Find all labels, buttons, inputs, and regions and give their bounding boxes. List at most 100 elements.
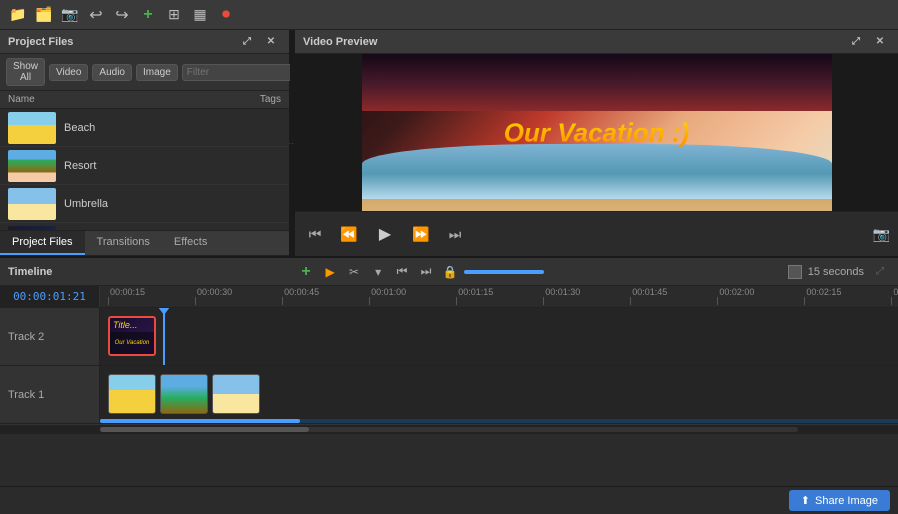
- scrollbar-thumb[interactable]: [100, 427, 309, 432]
- timeline-tracks: Track 2 Title... Our Vacation Track 1: [0, 308, 898, 486]
- snapshot-button[interactable]: 📷: [873, 226, 890, 243]
- timeline-area: Timeline + ▶ ✂ ▾ ⏮ ⏭ 🔒 15 seconds ⤢ 00:0…: [0, 256, 898, 486]
- zoom-slider[interactable]: [464, 270, 544, 274]
- ruler-mark-0: 00:00:15: [108, 287, 145, 305]
- timeline-scrollbar: [0, 424, 898, 434]
- ruler-mark-3: 00:01:00: [369, 287, 406, 305]
- lock-button[interactable]: 🔒: [440, 262, 460, 282]
- folder-open-icon[interactable]: 📁: [8, 5, 28, 25]
- main-area: Project Files ⤢ ✕ Show All Video Audio I…: [0, 30, 898, 256]
- cut-tool-button[interactable]: ✂: [344, 262, 364, 282]
- file-name-umbrella: Umbrella: [64, 198, 108, 210]
- track-2-label: Track 2: [0, 308, 100, 365]
- timeline-ruler[interactable]: 00:00:15 00:00:30 00:00:45 00:01:00 00:0…: [100, 286, 898, 307]
- file-name-resort: Resort: [64, 160, 96, 172]
- ruler-mark-7: 00:02:00: [717, 287, 754, 305]
- ruler-mark-1: 00:00:30: [195, 287, 232, 305]
- maximize-icon[interactable]: ⤢: [237, 32, 257, 52]
- video-preview-header: Video Preview ⤢ ✕: [295, 30, 898, 54]
- clip-beach[interactable]: [108, 374, 156, 414]
- tab-project-files[interactable]: Project Files: [0, 231, 85, 255]
- bottom-tabs: Project Files Transitions Effects: [0, 230, 289, 256]
- clip-resort[interactable]: [160, 374, 208, 414]
- timecode-display: 00:00:01:21: [0, 286, 100, 307]
- preview-maximize-icon[interactable]: ⤢: [846, 32, 866, 52]
- timeline-resize-icon[interactable]: ⤢: [870, 262, 890, 282]
- arrow-tool-button[interactable]: ▶: [320, 262, 340, 282]
- timeline-header: Timeline + ▶ ✂ ▾ ⏮ ⏭ 🔒 15 seconds ⤢: [0, 258, 898, 286]
- skip-to-start-button[interactable]: ⏮: [303, 222, 327, 246]
- camera-icon[interactable]: 📷: [60, 5, 80, 25]
- file-item-title[interactable]: Our Vacation Title: [0, 223, 289, 230]
- file-item-beach[interactable]: Beach: [0, 109, 289, 147]
- clip-umbrella[interactable]: [212, 374, 260, 414]
- toolbar: 📁 🗂️ 📷 ↩ ↪ + ⊞ ▦ ⏺: [0, 0, 898, 30]
- skip-to-end-tl-button[interactable]: ⏭: [416, 262, 436, 282]
- grid-icon[interactable]: ⊞: [164, 5, 184, 25]
- filter-bar: Show All Video Audio Image ⊞: [0, 54, 289, 91]
- video-preview-title: Video Preview: [303, 36, 377, 48]
- project-files-title: Project Files: [8, 36, 73, 48]
- skip-to-end-button[interactable]: ⏭: [443, 222, 467, 246]
- video-sky: [362, 54, 832, 111]
- file-item-resort[interactable]: Resort: [0, 147, 289, 185]
- header-icons: ⤢ ✕: [237, 32, 281, 52]
- filter-audio[interactable]: Audio: [92, 64, 132, 81]
- filter-show-all[interactable]: Show All: [6, 58, 45, 86]
- bottom-bar: ⬆ Share Image: [0, 486, 898, 514]
- play-button[interactable]: ▶: [371, 220, 399, 248]
- filter-video[interactable]: Video: [49, 64, 88, 81]
- ruler-mark-5: 00:01:30: [543, 287, 580, 305]
- add-track-button[interactable]: +: [296, 262, 316, 282]
- step-back-button[interactable]: ⏪: [337, 222, 361, 246]
- tab-effects[interactable]: Effects: [162, 231, 219, 255]
- tab-transitions[interactable]: Transitions: [85, 231, 162, 255]
- file-list: Beach Resort Umbrella Our Vacation Title: [0, 109, 289, 230]
- scrollbar-track[interactable]: [100, 427, 798, 432]
- ruler-mark-2: 00:00:45: [282, 287, 319, 305]
- ruler-marks: 00:00:15 00:00:30 00:00:45 00:01:00 00:0…: [100, 286, 898, 307]
- video-controls: ⏮ ⏪ ▶ ⏩ ⏭ 📷: [295, 211, 898, 256]
- video-title-overlay: Our Vacation :): [504, 117, 689, 148]
- undo-icon[interactable]: ↩: [86, 5, 106, 25]
- track-1-label: Track 1: [0, 366, 100, 423]
- track-2-content[interactable]: Title... Our Vacation: [100, 308, 898, 365]
- playhead-triangle: [158, 308, 170, 315]
- add-icon[interactable]: +: [138, 5, 158, 25]
- skip-to-start-tl-button[interactable]: ⏮: [392, 262, 412, 282]
- timeline-tools: + ▶ ✂ ▾ ⏮ ⏭ 🔒: [296, 262, 544, 282]
- file-thumb-title: Our Vacation: [8, 226, 56, 231]
- record-icon[interactable]: ⏺: [216, 5, 236, 25]
- left-panel: Project Files ⤢ ✕ Show All Video Audio I…: [0, 30, 290, 256]
- title-clip-label: Title...: [110, 318, 154, 332]
- share-icon: ⬆: [801, 494, 810, 507]
- file-thumb-beach: [8, 112, 56, 144]
- timeline-seconds-display: 15 seconds ⤢: [788, 262, 890, 282]
- title-clip-inner: Our Vacation: [110, 332, 154, 354]
- project-files-header: Project Files ⤢ ✕: [0, 30, 289, 54]
- file-item-umbrella[interactable]: Umbrella: [0, 185, 289, 223]
- seconds-checkbox[interactable]: [788, 265, 802, 279]
- title-clip[interactable]: Title... Our Vacation: [108, 316, 156, 356]
- seconds-label: 15 seconds: [808, 266, 864, 278]
- file-list-header: Name Tags: [0, 91, 289, 109]
- column-tags: Tags: [221, 94, 281, 105]
- share-image-button[interactable]: ⬆ Share Image: [789, 490, 890, 511]
- right-panel: Video Preview ⤢ ✕ Our Vacation :) ⏮ ⏪ ▶ …: [295, 30, 898, 256]
- file-name-beach: Beach: [64, 122, 95, 134]
- video-sand: [362, 199, 832, 212]
- playhead[interactable]: [163, 308, 165, 365]
- filter-image[interactable]: Image: [136, 64, 178, 81]
- media-icon[interactable]: ▦: [190, 5, 210, 25]
- new-folder-icon[interactable]: 🗂️: [34, 5, 54, 25]
- step-forward-button[interactable]: ⏩: [409, 222, 433, 246]
- preview-close-icon[interactable]: ✕: [870, 32, 890, 52]
- close-panel-icon[interactable]: ✕: [261, 32, 281, 52]
- redo-icon[interactable]: ↪: [112, 5, 132, 25]
- track-row-2: Track 2 Title... Our Vacation: [0, 308, 898, 366]
- ruler-mark-6: 00:01:45: [630, 287, 667, 305]
- track-row-1: Track 1: [0, 366, 898, 424]
- dropdown-tool-button[interactable]: ▾: [368, 262, 388, 282]
- file-thumb-umbrella: [8, 188, 56, 220]
- track-1-content[interactable]: [100, 366, 898, 423]
